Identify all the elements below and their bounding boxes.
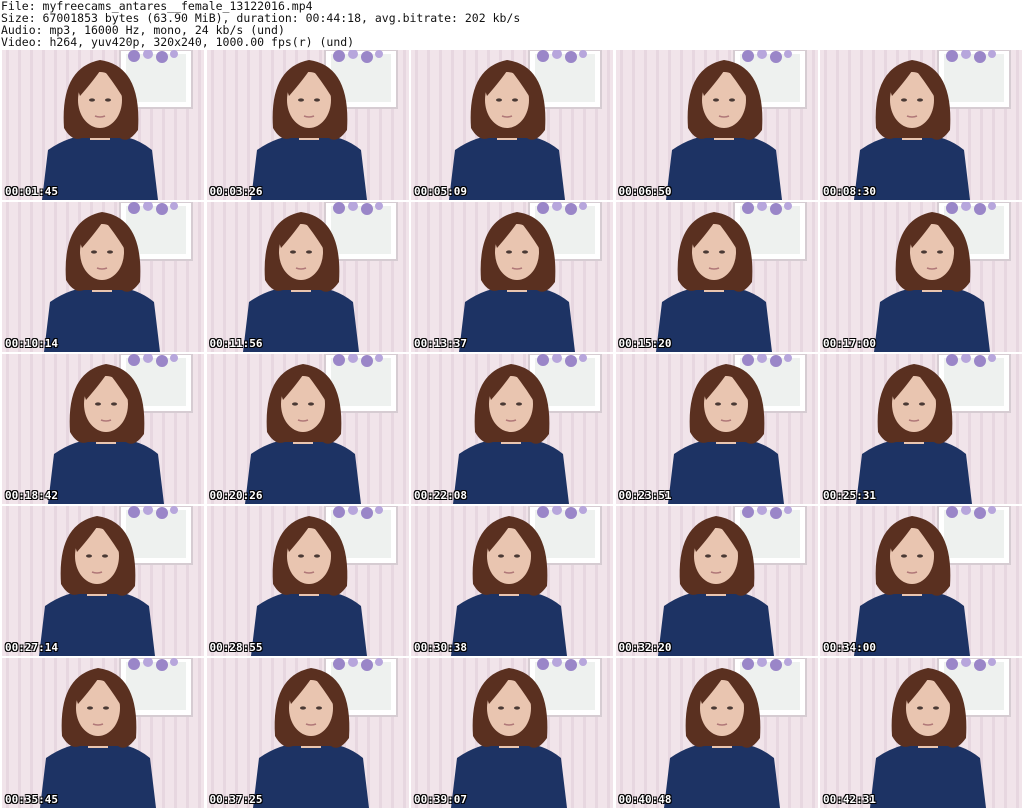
video-thumbnail: 00:28:55 [206,506,409,656]
thumbnail-timestamp: 00:20:26 [209,489,263,502]
video-thumbnail: 00:37:25 [206,658,409,808]
webcam-frame-image [2,354,204,504]
video-thumbnail: 00:10:14 [2,202,204,352]
thumbnail-grid: 00:01:45 00:03:26 00:05:09 00:06:50 00:08:30… [0,50,1024,811]
video-thumbnail: 00:15:20 [615,202,818,352]
thumbnail-timestamp: 00:42:31 [823,793,876,806]
webcam-frame-image [411,50,613,200]
video-thumbnail: 00:32:20 [615,506,818,656]
thumbnail-timestamp: 00:35:45 [5,793,58,806]
thumbnail-timestamp: 00:06:50 [618,185,672,198]
thumbnail-timestamp: 00:01:45 [5,185,58,198]
webcam-frame-image [820,506,1022,656]
webcam-frame-image [206,354,409,504]
webcam-frame-image [206,506,409,656]
thumbnail-timestamp: 00:39:07 [414,793,467,806]
thumbnail-timestamp: 00:40:48 [618,793,672,806]
webcam-frame-image [615,658,818,808]
video-thumbnail: 00:17:00 [820,202,1022,352]
video-thumbnail: 00:22:08 [411,354,613,504]
webcam-frame-image [615,202,818,352]
webcam-frame-image [820,658,1022,808]
webcam-frame-image [820,354,1022,504]
thumbnail-timestamp: 00:11:56 [209,337,263,350]
thumbnail-timestamp: 00:30:38 [414,641,467,654]
thumbnail-timestamp: 00:37:25 [209,793,263,806]
thumbnail-timestamp: 00:28:55 [209,641,263,654]
thumbnail-timestamp: 00:13:37 [414,337,467,350]
video-thumbnail: 00:39:07 [411,658,613,808]
video-thumbnail: 00:25:31 [820,354,1022,504]
video-info-header: File: myfreecams_antares__female_1312201… [0,0,1024,50]
video-thumbnail: 00:13:37 [411,202,613,352]
webcam-frame-image [615,354,818,504]
video-thumbnail: 00:34:00 [820,506,1022,656]
thumbnail-timestamp: 00:15:20 [618,337,672,350]
video-thumbnail: 00:08:30 [820,50,1022,200]
webcam-frame-image [820,50,1022,200]
video-thumbnail: 00:05:09 [411,50,613,200]
webcam-frame-image [206,50,409,200]
webcam-frame-image [206,658,409,808]
video-info-line: Video: h264, yuv420p, 320x240, 1000.00 f… [1,35,355,49]
webcam-frame-image [615,50,818,200]
video-thumbnail: 00:06:50 [615,50,818,200]
thumbnail-timestamp: 00:17:00 [823,337,876,350]
video-thumbnail: 00:01:45 [2,50,204,200]
thumbnail-timestamp: 00:10:14 [5,337,58,350]
thumbnail-timestamp: 00:03:26 [209,185,263,198]
video-thumbnail: 00:23:51 [615,354,818,504]
webcam-frame-image [2,50,204,200]
webcam-frame-image [411,202,613,352]
thumbnail-timestamp: 00:18:42 [5,489,58,502]
webcam-frame-image [411,354,613,504]
video-thumbnail: 00:20:26 [206,354,409,504]
webcam-frame-image [206,202,409,352]
webcam-frame-image [615,506,818,656]
thumbnail-timestamp: 00:23:51 [618,489,672,502]
video-thumbnail: 00:27:14 [2,506,204,656]
webcam-frame-image [820,202,1022,352]
thumbnail-timestamp: 00:22:08 [414,489,467,502]
thumbnail-timestamp: 00:34:00 [823,641,876,654]
thumbnail-timestamp: 00:08:30 [823,185,876,198]
video-thumbnail: 00:18:42 [2,354,204,504]
thumbnail-timestamp: 00:05:09 [414,185,467,198]
video-thumbnail: 00:42:31 [820,658,1022,808]
webcam-frame-image [2,658,204,808]
video-thumbnail: 00:35:45 [2,658,204,808]
webcam-frame-image [2,202,204,352]
video-thumbnail: 00:30:38 [411,506,613,656]
video-thumbnail: 00:03:26 [206,50,409,200]
webcam-frame-image [2,506,204,656]
thumbnail-timestamp: 00:32:20 [618,641,672,654]
webcam-frame-image [411,506,613,656]
video-thumbnail: 00:40:48 [615,658,818,808]
video-thumbnail: 00:11:56 [206,202,409,352]
thumbnail-timestamp: 00:25:31 [823,489,876,502]
thumbnail-timestamp: 00:27:14 [5,641,58,654]
webcam-frame-image [411,658,613,808]
